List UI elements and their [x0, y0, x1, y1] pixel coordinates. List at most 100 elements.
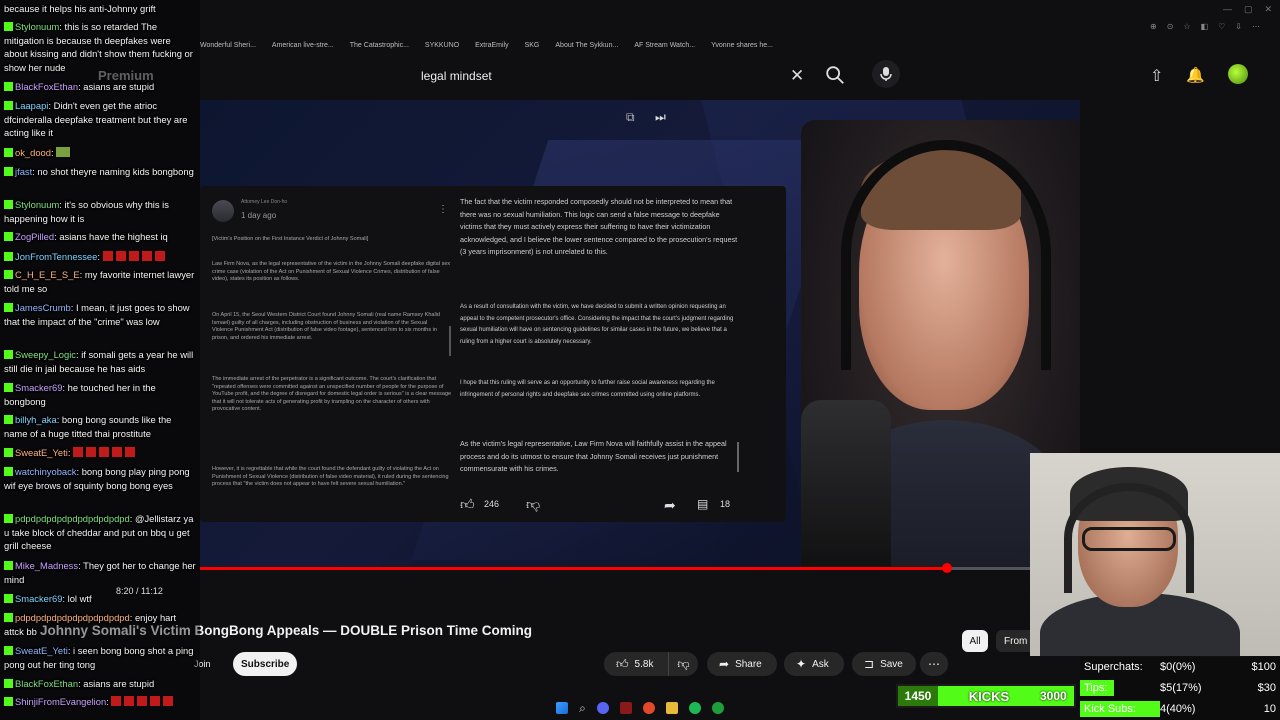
- chat-message: Sweepy_Logic: if somali gets a year he w…: [4, 348, 196, 375]
- search-icon[interactable]: [824, 64, 846, 86]
- save-button[interactable]: ⊐ Save: [852, 652, 916, 676]
- upload-icon[interactable]: ⇧: [1150, 66, 1163, 86]
- chat-username[interactable]: Smacker69: [15, 593, 62, 604]
- chat-username[interactable]: billyh_aka: [15, 414, 57, 425]
- comment-paragraph: I hope that this ruling will serve as an…: [460, 380, 715, 398]
- kick-badge-icon: [4, 514, 13, 523]
- chat-username[interactable]: SweatE_Yeti: [15, 645, 68, 656]
- dislike-button[interactable]: 👎︎: [668, 652, 698, 676]
- comment-author: Attorney Lee Don-ho: [241, 199, 288, 205]
- chat-username[interactable]: Stylonuum: [15, 21, 59, 32]
- miniplayer-icon[interactable]: ⧉: [626, 110, 635, 125]
- goal-row-tips: Tips: $5(17%) $30: [1080, 678, 1280, 698]
- chat-username[interactable]: C_H_E_E_S_E: [15, 269, 80, 280]
- chat-message: Laapapi: Didn't even get the atrioc dfci…: [4, 99, 196, 140]
- kick-badge-icon: [4, 200, 13, 209]
- bookmark-item[interactable]: SKG: [525, 42, 540, 49]
- discord-icon[interactable]: [596, 702, 609, 714]
- bookmark-item[interactable]: About The Sykkun...: [555, 42, 618, 49]
- chat-username[interactable]: pdpdpdpdpdpdpdpdpdpdpd: [15, 513, 130, 524]
- downloads-icon[interactable]: ⇩: [1235, 22, 1242, 31]
- donation-goals-panel: Superchats: $0(0%) $100 Tips: $5(17%) $3…: [1080, 657, 1280, 720]
- next-video-icon[interactable]: ⏭: [655, 110, 666, 125]
- progress-bar[interactable]: [200, 563, 1030, 573]
- ask-button[interactable]: ✦ Ask: [784, 652, 844, 676]
- chip-all[interactable]: All: [962, 630, 988, 652]
- maximize-icon[interactable]: ▢: [1244, 4, 1253, 15]
- chat-message: billyh_aka: bong bong sounds like the na…: [4, 413, 196, 440]
- chat-username[interactable]: Smacker69: [15, 382, 62, 393]
- extension-icon[interactable]: ◧: [1201, 22, 1209, 31]
- spotify-icon[interactable]: [688, 702, 701, 714]
- bookmark-item[interactable]: American live-stre...: [272, 42, 334, 49]
- comment-like-count: 246: [484, 499, 500, 509]
- kick-badge-icon: [4, 167, 13, 176]
- star-icon[interactable]: ☆: [1183, 22, 1190, 31]
- comment-paragraph: [Victim's Position on the First Instance…: [212, 236, 369, 242]
- chat-username[interactable]: ok_dood: [15, 147, 51, 158]
- kick-badge-icon: [4, 561, 13, 570]
- chat-text: no shot theyre naming kids bongbong: [37, 166, 194, 177]
- share-button[interactable]: ➦ Share: [707, 652, 777, 676]
- favorites-icon[interactable]: ♡: [1218, 22, 1225, 31]
- video-player[interactable]: ⧉ ⏭ Attorney Lee Don-ho 1 day ago ⋮ [Vic…: [200, 100, 1080, 570]
- chat-username[interactable]: watchinyoback: [15, 466, 77, 477]
- goal-label: Kick Subs:: [1084, 703, 1136, 715]
- chat-username[interactable]: Laapapi: [15, 100, 48, 111]
- chat-username[interactable]: ShinjiFromEvangelion: [15, 696, 106, 707]
- browser-icon[interactable]: [642, 702, 655, 714]
- ask-label: Ask: [812, 658, 829, 670]
- chat-message: Smacker69: lol wtf: [4, 592, 196, 606]
- bookmark-item[interactable]: The Catastrophic...: [350, 42, 409, 49]
- kick-badge-icon: [4, 82, 13, 91]
- windows-start-icon[interactable]: [556, 702, 569, 714]
- chat-username[interactable]: jfast: [15, 166, 32, 177]
- comment-paragraph: However, it is regrettable that while th…: [212, 466, 449, 487]
- sparkle-icon: ✦: [796, 657, 807, 671]
- kick-badge-icon: [4, 679, 13, 688]
- share-label: Share: [735, 658, 762, 670]
- like-button[interactable]: 👍︎ 5.8k: [604, 652, 668, 676]
- bookmark-item[interactable]: Wonderful Sheri...: [200, 42, 256, 49]
- kick-badge-icon: [4, 383, 13, 392]
- translate-icon[interactable]: ⊙: [1167, 22, 1174, 31]
- chat-username[interactable]: Sweepy_Logic: [15, 349, 76, 360]
- chat-username[interactable]: JamesCrumb: [15, 302, 71, 313]
- goal-label: Superchats:: [1084, 661, 1143, 673]
- notifications-bell-icon[interactable]: 🔔: [1186, 66, 1205, 84]
- account-avatar[interactable]: [1228, 64, 1248, 84]
- progress-scrubber[interactable]: [942, 563, 952, 573]
- file-explorer-icon[interactable]: [665, 702, 678, 714]
- zoom-icon[interactable]: ⊕: [1150, 22, 1157, 31]
- bookmark-item[interactable]: AF Stream Watch...: [634, 42, 695, 49]
- pinned-comment-screenshot: Attorney Lee Don-ho 1 day ago ⋮ [Victim'…: [200, 186, 786, 522]
- search-input[interactable]: legal mindset: [408, 60, 820, 92]
- search-icon[interactable]: ⌕: [579, 701, 586, 716]
- chat-text: lol wtf: [67, 593, 92, 604]
- kick-badge-icon: [4, 101, 13, 110]
- close-window-icon[interactable]: ✕: [1264, 4, 1272, 15]
- progress-bar-played: [200, 567, 947, 570]
- chat-username[interactable]: SweatE_Yeti: [15, 447, 68, 458]
- goal-target: 10: [1263, 703, 1276, 715]
- chat-username[interactable]: JonFromTennessee: [15, 251, 97, 262]
- chat-username[interactable]: pdpdpdpdpdpdpdpdpdpdpd: [15, 612, 130, 623]
- app-icon[interactable]: [619, 702, 632, 714]
- chat-text: because it helps his anti-Johnny grift: [4, 3, 156, 14]
- chat-username[interactable]: BlackFoxEthan: [15, 678, 78, 689]
- chat-username[interactable]: ZogPilled: [15, 231, 54, 242]
- chat-username[interactable]: Stylonuum: [15, 199, 59, 210]
- menu-icon[interactable]: ⋯: [1252, 22, 1260, 31]
- bookmark-item[interactable]: SYKKUNO: [425, 42, 459, 49]
- subscribe-button[interactable]: Subscribe: [233, 652, 298, 676]
- bookmark-item[interactable]: Yvonne shares he...: [711, 42, 773, 49]
- chat-username[interactable]: Mike_Madness: [15, 560, 78, 571]
- xbox-icon[interactable]: [711, 702, 724, 714]
- kick-badge-icon: [4, 270, 13, 279]
- clear-search-icon[interactable]: ✕: [790, 66, 804, 86]
- more-actions-button[interactable]: ⋯: [920, 652, 948, 676]
- voice-search-button[interactable]: [872, 60, 900, 88]
- chat-username[interactable]: BlackFoxEthan: [15, 81, 78, 92]
- minimize-icon[interactable]: —: [1223, 4, 1232, 15]
- bookmark-item[interactable]: ExtraEmily: [475, 42, 508, 49]
